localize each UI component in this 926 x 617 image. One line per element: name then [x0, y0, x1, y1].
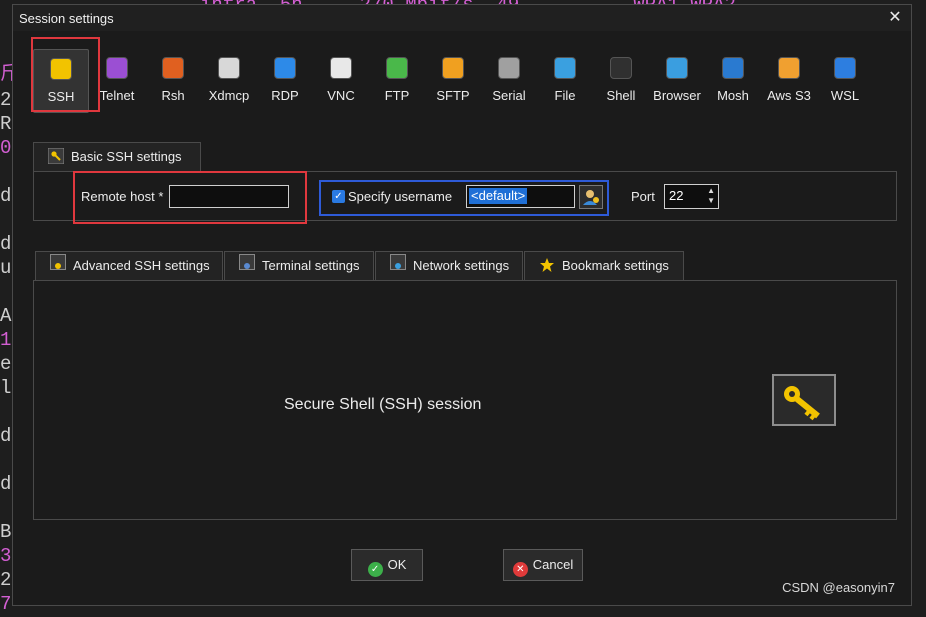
- remote-host-input[interactable]: [169, 185, 289, 208]
- serial-icon: [498, 57, 520, 79]
- protocol-label: Xdmcp: [208, 88, 250, 103]
- protocol-label: Mosh: [717, 88, 749, 103]
- protocol-label: FTP: [384, 88, 410, 103]
- protocol-browser[interactable]: Browser: [649, 49, 705, 113]
- rdp-icon: [274, 57, 296, 79]
- ok-check-icon: ✓: [367, 562, 383, 577]
- specify-username-label: Specify username: [348, 189, 453, 204]
- protocol-file[interactable]: File: [537, 49, 593, 113]
- protocol-label: File: [554, 88, 576, 103]
- mosh-icon: [722, 57, 744, 79]
- protocol-wsl[interactable]: WSL: [817, 49, 873, 113]
- cancel-x-icon: ✕: [512, 562, 528, 577]
- wrench-icon: [50, 254, 66, 270]
- protocol-rdp[interactable]: RDP: [257, 49, 313, 113]
- protocol-aws-s3[interactable]: Aws S3: [761, 49, 817, 113]
- sftp-icon: [442, 57, 464, 79]
- terminal-line: 1: [0, 329, 12, 351]
- cancel-button[interactable]: ✕ Cancel: [503, 549, 583, 581]
- remote-host-label: Remote host *: [81, 189, 164, 204]
- protocol-sftp[interactable]: SFTP: [425, 49, 481, 113]
- tab-bookmark-settings[interactable]: Bookmark settings: [524, 251, 684, 281]
- username-input[interactable]: <default>: [466, 185, 575, 208]
- ssh-highlight-frame: [31, 37, 100, 112]
- username-value: <default>: [469, 188, 528, 204]
- protocol-label: SFTP: [436, 88, 470, 103]
- terminal-line: 0: [0, 137, 12, 159]
- large-key-icon: [772, 374, 836, 426]
- close-icon[interactable]: ✕: [885, 8, 905, 28]
- tab-label: Advanced SSH settings: [73, 258, 210, 273]
- protocol-mosh[interactable]: Mosh: [705, 49, 761, 113]
- protocol-ftp[interactable]: FTP: [369, 49, 425, 113]
- key-icon: [47, 146, 65, 165]
- shell-icon: [610, 57, 632, 79]
- port-label: Port: [631, 189, 655, 204]
- browser-icon: [666, 57, 688, 79]
- tab-label: Bookmark settings: [562, 258, 669, 273]
- title-bar: Session settings ✕: [13, 5, 911, 31]
- protocol-label: Shell: [606, 88, 636, 103]
- protocol-rsh[interactable]: Rsh: [145, 49, 201, 113]
- specify-username-checkbox[interactable]: ✓: [332, 190, 345, 203]
- protocol-label: WSL: [830, 88, 860, 103]
- protocol-xdmcp[interactable]: Xdmcp: [201, 49, 257, 113]
- vnc-icon: [330, 57, 352, 79]
- protocol-label: Browser: [653, 88, 701, 103]
- session-description: Secure Shell (SSH) session: [284, 396, 482, 413]
- user-picker-button[interactable]: [579, 185, 603, 209]
- protocol-label: VNC: [327, 88, 355, 103]
- protocol-vnc[interactable]: VNC: [313, 49, 369, 113]
- spinner-arrows-icon[interactable]: ▲ ▼: [707, 186, 715, 206]
- rsh-icon: [162, 57, 184, 79]
- protocol-label: Serial: [492, 88, 526, 103]
- xdmcp-icon: [218, 57, 240, 79]
- protocol-label: RDP: [271, 88, 299, 103]
- ok-button[interactable]: ✓ OK: [351, 549, 423, 581]
- telnet-icon: [106, 57, 128, 79]
- tab-advanced-ssh-settings[interactable]: Advanced SSH settings: [35, 251, 223, 281]
- ok-label: OK: [387, 557, 407, 572]
- tab-basic-ssh-settings-label: Basic SSH settings: [71, 149, 182, 164]
- port-value: 22: [669, 188, 684, 203]
- tab-network-settings[interactable]: Network settings: [375, 251, 523, 281]
- ftp-icon: [386, 57, 408, 79]
- watermark: CSDN @easonyin7: [782, 580, 895, 595]
- file-icon: [554, 57, 576, 79]
- tab-label: Network settings: [413, 258, 510, 273]
- protocol-label: Aws S3: [767, 88, 811, 103]
- tab-label: Terminal settings: [262, 258, 360, 273]
- wsl-icon: [834, 57, 856, 79]
- user-icon: [583, 190, 599, 205]
- tab-basic-ssh-settings[interactable]: Basic SSH settings: [33, 142, 201, 172]
- terminal-icon: [239, 254, 255, 270]
- tab-terminal-settings[interactable]: Terminal settings: [224, 251, 374, 281]
- terminal-line: 2: [0, 89, 12, 111]
- session-settings-dialog: Session settings ✕ SSH Telnet Rsh Xdmcp RDP V…: [12, 4, 912, 606]
- protocol-shell[interactable]: Shell: [593, 49, 649, 113]
- port-spinner[interactable]: 22 ▲ ▼: [664, 184, 719, 209]
- cancel-label: Cancel: [532, 557, 574, 572]
- protocol-serial[interactable]: Serial: [481, 49, 537, 113]
- protocol-label: Rsh: [161, 88, 185, 103]
- star-icon: [539, 255, 555, 272]
- terminal-line: 7: [0, 593, 12, 615]
- aws-s3-icon: [778, 57, 800, 79]
- network-icon: [390, 254, 406, 270]
- window-title: Session settings: [19, 11, 114, 26]
